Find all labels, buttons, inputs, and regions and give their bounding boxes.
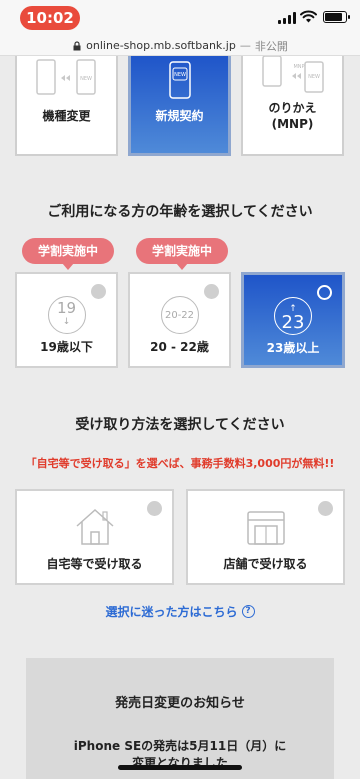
- delivery-option-store[interactable]: 店舗で受け取る: [186, 489, 345, 585]
- notice-title: 発売日変更のお知らせ: [115, 696, 245, 711]
- address-bar[interactable]: online-shop.mb.softbank.jp — 非公開: [0, 36, 360, 56]
- radio-selected[interactable]: [317, 285, 332, 300]
- contract-option-new[interactable]: NEW 新規契約: [128, 56, 231, 156]
- age-label: 19歳以下: [40, 340, 93, 354]
- svg-text:MNP: MNP: [293, 64, 304, 70]
- signal-icon: [278, 12, 296, 24]
- contract-label: のりかえ (MNP): [243, 100, 342, 132]
- age-number: 20-22: [164, 309, 195, 321]
- help-link[interactable]: 選択に迷った方はこちら ?: [0, 603, 360, 620]
- contract-label-line2: (MNP): [271, 117, 314, 131]
- radio-unselected[interactable]: [204, 284, 219, 299]
- store-icon: [246, 511, 285, 545]
- student-discount-badge: 学割実施中: [136, 238, 228, 270]
- delivery-option-home[interactable]: 自宅等で受け取る: [15, 489, 174, 585]
- age-number: 19: [56, 299, 77, 317]
- release-date-notice: 発売日変更のお知らせ iPhone SEの発売は5月11日（月）に 変更となりま…: [26, 658, 334, 779]
- question-icon: ?: [241, 605, 255, 618]
- student-discount-badge: 学割実施中: [22, 238, 114, 270]
- wifi-icon: [300, 10, 317, 23]
- age-label: 20 - 22歳: [150, 340, 209, 354]
- url-separator: —: [239, 39, 251, 52]
- contract-options: NEW 機種変更 NEW 新規契約 MNP NEW のりかえ (MNP): [15, 56, 345, 156]
- age-option-23-over[interactable]: ↑ 23 23歳以上: [241, 272, 345, 368]
- delivery-label: 自宅等で受け取る: [46, 557, 143, 571]
- contract-option-mnp[interactable]: MNP NEW のりかえ (MNP): [241, 56, 344, 156]
- fee-free-note: 「自宅等で受け取る」を選べば、事務手数料3,000円が無料!!: [25, 457, 335, 470]
- phone-mnp-icon: MNP NEW: [262, 56, 324, 93]
- age-icon: ↑ 23: [274, 297, 312, 335]
- radio-unselected[interactable]: [318, 501, 333, 516]
- contract-label: 新規契約: [155, 109, 204, 123]
- age-option-19-under[interactable]: 19 ↓ 19歳以下: [15, 272, 118, 368]
- age-icon: 20-22: [160, 296, 199, 334]
- svg-text:NEW: NEW: [80, 76, 92, 82]
- down-arrow-icon: ↓: [62, 317, 71, 327]
- age-option-20-22[interactable]: 20-22 20 - 22歳: [128, 272, 231, 368]
- age-icon: 19 ↓: [47, 296, 86, 334]
- delivery-label: 店舗で受け取る: [223, 557, 308, 571]
- delivery-section-title: 受け取り方法を選択してください: [75, 417, 285, 433]
- status-bar: 10:02: [0, 0, 360, 36]
- house-icon: [76, 508, 113, 545]
- privacy-label: 非公開: [254, 39, 288, 53]
- battery-icon: [323, 11, 350, 23]
- contract-label-line1: のりかえ: [268, 101, 317, 115]
- age-label: 23歳以上: [266, 341, 320, 355]
- lock-icon: [72, 41, 82, 51]
- svg-text:NEW: NEW: [308, 74, 320, 80]
- svg-text:NEW: NEW: [174, 72, 186, 78]
- time: 10:02: [20, 6, 80, 30]
- home-indicator[interactable]: [118, 765, 242, 770]
- age-number: 23: [281, 312, 305, 333]
- contract-option-model-change[interactable]: NEW 機種変更: [15, 56, 118, 156]
- phone-transfer-icon: NEW: [36, 59, 96, 95]
- help-link-text[interactable]: 選択に迷った方はこちら: [105, 603, 237, 620]
- age-section-title: ご利用になる方の年齢を選択してください: [47, 204, 313, 220]
- notice-line-1: iPhone SEの発売は5月11日（月）に: [73, 739, 287, 753]
- contract-label: 機種変更: [42, 109, 91, 123]
- radio-unselected[interactable]: [147, 501, 162, 516]
- phone-new-icon: NEW: [169, 61, 191, 99]
- radio-unselected[interactable]: [91, 284, 106, 299]
- url-text: online-shop.mb.softbank.jp: [86, 39, 236, 52]
